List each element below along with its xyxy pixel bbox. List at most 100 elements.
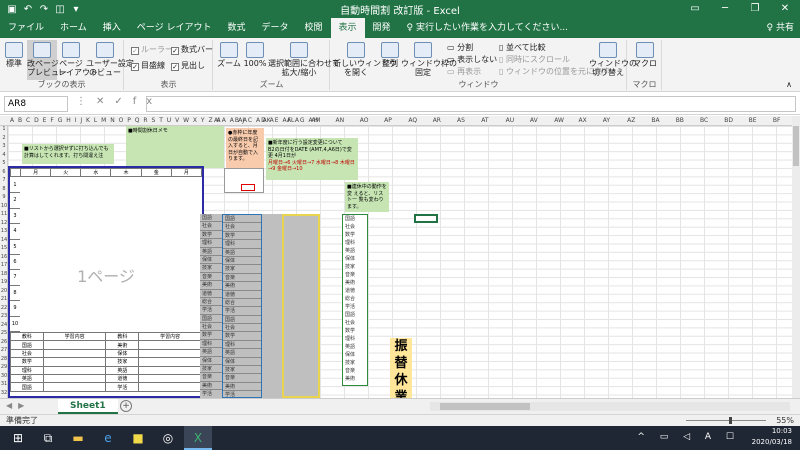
day-header[interactable]: 月 [19,167,52,178]
list-item[interactable]: 学活 [223,391,261,398]
row-header[interactable]: 22 [0,305,8,311]
row-header[interactable]: 20 [0,288,8,294]
day-header[interactable]: 月 [170,167,203,178]
holiday-note[interactable]: ■連休中の動作を変 えると、リストー 覧も変わります。 [345,182,389,212]
row-header[interactable]: 13 [0,228,8,234]
column-header[interactable]: BD [724,116,733,125]
column-header[interactable]: AK [263,116,271,125]
table-cell[interactable]: 技家 [105,357,140,367]
table-cell[interactable]: 国語 [10,340,44,350]
row-header[interactable]: 29 [0,364,8,370]
sync-scroll-button[interactable]: ▯ 同時にスクロール [499,54,570,65]
list-item[interactable]: 国語 [223,215,261,224]
system-tray[interactable]: ^ ▭ ◁ A ☐ [637,432,740,442]
macros-button[interactable]: マクロ [632,42,658,68]
list-item[interactable]: 音楽 [343,367,367,375]
subject-list-2[interactable]: 国語 社会 数学 理科 英語 保体 技家 音楽 美術 道徳 総合 学活 国語 社会 数学 理科 英語 保体 技家 音楽… [222,214,262,398]
new-year-settings-note[interactable]: ■新年度に行う設定変更について B2の日付をDATE (AMT,4,A6日)で変… [266,138,358,180]
column-header[interactable]: AY [603,116,610,125]
sticky-icon[interactable]: ■ [124,426,152,450]
list-item[interactable]: 保体 [343,255,367,263]
list-item[interactable]: 数学 [343,327,367,335]
list-input-note[interactable]: ■リストから選択せずに打ち込んでも 計算はしてくれます。打ち間違え注 [22,144,114,164]
list-item[interactable]: 社会 [200,222,222,231]
list-item[interactable]: 音楽 [223,274,261,283]
list-item[interactable]: 社会 [200,323,222,332]
table-cell[interactable]: 国語 [10,382,44,392]
sheet-tab[interactable]: Sheet1 [58,399,118,414]
list-item[interactable]: 技家 [343,359,367,367]
explorer-icon[interactable]: ▬ [64,426,92,450]
row-header[interactable]: 23 [0,313,8,319]
list-item[interactable]: 理科 [200,340,222,349]
minimize-icon[interactable]: ─ [710,0,740,18]
redo-icon[interactable]: ↷ [36,4,52,15]
table-cell[interactable]: 社会 [10,348,44,359]
table-cell[interactable] [42,357,107,367]
row-header[interactable]: 18 [0,271,8,277]
row-header[interactable]: 15 [0,245,8,251]
column-header[interactable]: BC [700,116,708,125]
table-cell[interactable] [42,348,107,359]
column-header[interactable]: AO [360,116,369,125]
row-header[interactable]: 2 [0,135,8,141]
table-cell[interactable]: 道徳 [105,373,140,384]
list-item[interactable]: 保体 [200,256,222,265]
list-item[interactable]: 英語 [343,343,367,351]
holiday-subject-list[interactable]: 国語 社会 数学 理科 英語 保体 技家 音楽 美術 道徳 総合 学活 国語 社会 数学 理科 英語 保体 技家 音楽… [342,214,368,386]
list-item[interactable]: 社会 [343,319,367,327]
column-header[interactable]: AQ [408,116,417,125]
list-item[interactable]: 音楽 [223,374,261,383]
split-button[interactable]: ▭ 分割 [447,42,473,53]
zoom-slider[interactable] [686,417,766,424]
share-button[interactable]: ♀ 共有 [767,18,794,38]
page-layout-view-button[interactable]: ページ レイアウト [58,42,98,77]
row-header[interactable]: 30 [0,373,8,379]
tab-page-layout[interactable]: ページ レイアウト [129,18,220,38]
column-header[interactable]: AX [579,116,587,125]
headings-checkbox[interactable]: ✓ 見出し [171,60,205,71]
list-item[interactable]: 英語 [200,248,222,256]
day-header[interactable]: 木 [110,167,142,178]
restore-icon[interactable]: ❐ [740,0,770,18]
list-item[interactable]: 美術 [223,282,261,291]
zoom-100-button[interactable]: 100% [242,42,268,68]
tab-view[interactable]: 表示 [330,18,365,38]
table-cell[interactable] [138,382,202,392]
list-item[interactable]: 道徳 [343,287,367,295]
list-item[interactable]: 学活 [223,307,261,316]
list-item[interactable]: 美術 [223,383,261,392]
row-header[interactable]: 26 [0,339,8,345]
scroll-thumb[interactable] [793,126,799,166]
column-header[interactable]: BA [651,116,659,125]
table-cell[interactable] [138,365,202,375]
list-item[interactable]: 英語 [223,249,261,257]
table-cell[interactable] [138,348,202,359]
start-icon[interactable]: ⊞ [4,426,32,450]
row-header[interactable]: 32 [0,390,8,396]
list-item[interactable]: 学活 [200,390,222,398]
table-cell[interactable]: 英語 [10,373,44,384]
table-cell[interactable]: 理科 [10,365,44,375]
column-header[interactable]: BB [676,116,684,125]
list-item[interactable]: 英語 [223,349,261,358]
table-cell[interactable] [42,382,107,392]
excel-icon[interactable]: X [184,426,212,450]
clock[interactable]: 10:03 2020/03/18 [752,426,792,448]
column-header[interactable]: AI [214,116,220,125]
year-end-input-cell[interactable] [241,184,255,191]
subject-list-1[interactable]: 国語 社会 数学 理科 英語 保体 技家 音楽 美術 道徳 総合 学活 国語 社会 数学 理科 英語 保体 技家 音楽… [200,214,222,398]
unhide-button[interactable]: ▭ 再表示 [447,66,481,77]
list-item[interactable]: 保体 [200,357,222,366]
row-header[interactable]: 4 [0,152,8,158]
row-header[interactable]: 6 [0,169,8,175]
preview-icon[interactable]: ◫ [52,4,68,15]
list-item[interactable]: 国語 [343,215,367,223]
vertical-scrollbar[interactable] [792,116,800,398]
row-header[interactable]: 12 [0,220,8,226]
table-cell[interactable]: 保体 [105,348,140,359]
column-header[interactable]: AU [506,116,515,125]
normal-view-button[interactable]: 標準 [2,42,26,68]
row-header[interactable]: 5 [0,160,8,166]
table-cell[interactable] [138,340,202,350]
